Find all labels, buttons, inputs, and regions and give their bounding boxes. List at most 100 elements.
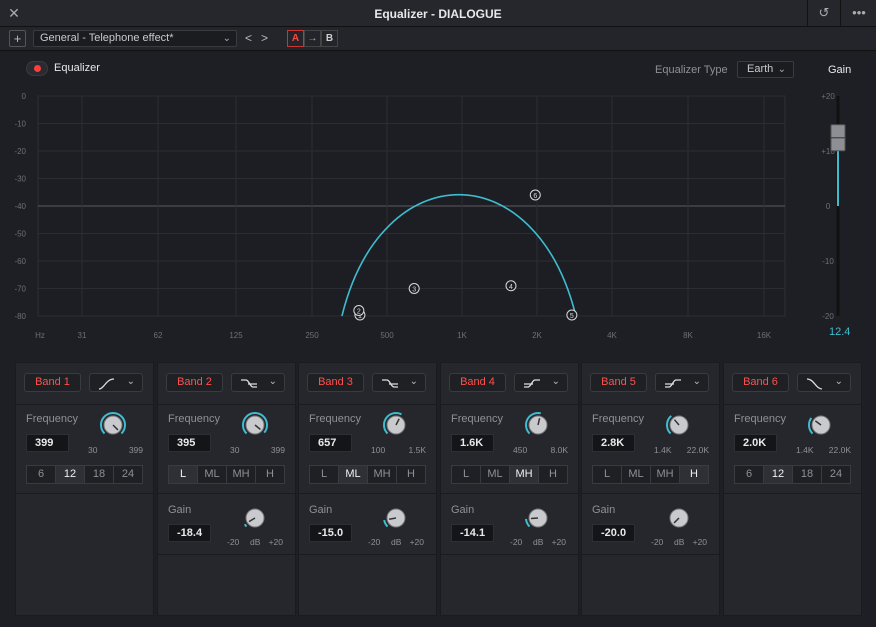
knob[interactable] [665,504,693,532]
chevron-down-icon: ⌄ [126,376,135,387]
power-toggle-icon[interactable] [26,61,48,76]
slope-option[interactable]: 18 [85,466,114,483]
slope-option[interactable]: L [169,466,198,483]
frequency-value-field[interactable]: 2.0K [734,434,777,452]
band-toggle-button[interactable]: Band 5 [590,373,647,392]
frequency-value-field[interactable]: 2.8K [592,434,635,452]
slope-option[interactable]: ML [339,466,368,483]
knob[interactable] [382,411,410,439]
filter-shape-icon [806,378,823,390]
gain-section: Gain -18.4 -20 dB +20 [158,495,295,555]
frequency-value-field[interactable]: 399 [26,434,69,452]
preset-dropdown[interactable]: General - Telephone effect* ⌄ [33,30,237,47]
compare-a-button[interactable]: A [287,30,304,47]
previous-preset-button[interactable]: < [241,30,256,47]
slope-option[interactable]: L [310,466,339,483]
slope-option[interactable]: ML [481,466,510,483]
knob[interactable] [807,411,835,439]
chevron-down-icon: ⌄ [692,376,701,387]
frequency-value-field[interactable]: 657 [309,434,352,452]
band-toggle-button[interactable]: Band 3 [307,373,364,392]
slope-option[interactable]: H [539,466,567,483]
eq-graph-canvas[interactable]: 0-10-20-30-40-50-60-70-80+20+100-10-20Hz… [0,86,876,346]
gain-value-field[interactable]: -15.0 [309,524,352,542]
x-axis-tick-label: 2K [532,331,542,340]
more-options-icon[interactable]: ••• [848,3,870,23]
knob[interactable] [524,504,552,532]
slope-selector[interactable]: 6 12 18 24 [734,465,851,484]
filter-shape-dropdown[interactable]: ⌄ [231,373,285,392]
filter-shape-dropdown[interactable]: ⌄ [797,373,851,392]
slope-selector[interactable]: L ML MH H [592,465,709,484]
frequency-section: Frequency 399 30 399 6 12 18 24 [16,406,153,494]
frequency-label: Frequency [26,413,78,425]
y-axis-tick-label: -60 [14,257,26,266]
band-node-label: 5 [570,313,574,320]
slope-selector[interactable]: L ML MH H [309,465,426,484]
band-toggle-button[interactable]: Band 6 [732,373,789,392]
slope-option[interactable]: MH [651,466,680,483]
band-toggle-button[interactable]: Band 1 [24,373,81,392]
frequency-range-max: 8.0K [550,445,569,455]
frequency-value-field[interactable]: 1.6K [451,434,494,452]
gain-section: Gain -20.0 -20 dB +20 [582,495,719,555]
slope-option[interactable]: 12 [56,466,85,483]
filter-shape-dropdown[interactable]: ⌄ [514,373,568,392]
gain-value-field[interactable]: -20.0 [592,524,635,542]
x-axis-tick-label: 250 [305,331,319,340]
slope-option[interactable]: 6 [735,466,764,483]
y-axis-tick-label: -20 [14,147,26,156]
filter-shape-dropdown[interactable]: ⌄ [372,373,426,392]
x-axis-tick-label: 4K [607,331,617,340]
slope-option[interactable]: H [397,466,425,483]
knob[interactable] [241,504,269,532]
gain-value-field[interactable]: -18.4 [168,524,211,542]
filter-shape-dropdown[interactable]: ⌄ [655,373,709,392]
slope-option[interactable]: MH [227,466,256,483]
y-axis-tick-label: -10 [14,120,26,129]
slope-option[interactable]: 12 [764,466,793,483]
gain-range-max: +20 [551,537,566,547]
frequency-range-max: 1.5K [408,445,427,455]
slope-option[interactable]: 18 [793,466,822,483]
knob[interactable] [241,411,269,439]
knob[interactable] [99,411,127,439]
slope-option[interactable]: H [680,466,708,483]
gain-label: Gain [592,504,616,516]
band-toggle-button[interactable]: Band 4 [449,373,506,392]
add-preset-button[interactable]: + [9,30,26,47]
next-preset-button[interactable]: > [257,30,272,47]
eq-graph[interactable]: 0 -10 -20 -30 -40 -50 -60 -70 -80 +20 +10 0 -10 -20 Hz… [0,86,876,346]
equalizer-type-dropdown[interactable]: Earth ⌄ [737,61,794,78]
band-toggle-button[interactable]: Band 2 [166,373,223,392]
slope-selector[interactable]: L ML MH H [451,465,568,484]
copy-a-to-b-button[interactable]: → [304,30,321,47]
slope-option[interactable]: H [256,466,284,483]
slope-option[interactable]: 24 [822,466,850,483]
frequency-section: Frequency 395 30 399 L ML MH H [158,406,295,494]
slope-option[interactable]: MH [510,466,539,483]
reset-icon[interactable]: ↺ [813,3,835,23]
gain-section: Gain -14.1 -20 dB +20 [441,495,578,555]
slope-option[interactable]: MH [368,466,397,483]
compare-b-button[interactable]: B [321,30,338,47]
slope-option[interactable]: 24 [114,466,142,483]
chevron-down-icon: ⌄ [409,376,418,387]
gain-range-min: -20 [227,537,240,547]
gain-value-field[interactable]: -14.1 [451,524,494,542]
slope-selector[interactable]: 6 12 18 24 [26,465,143,484]
knob[interactable] [382,504,410,532]
knob[interactable] [524,411,552,439]
filter-shape-icon [241,379,257,388]
filter-shape-dropdown[interactable]: ⌄ [89,373,143,392]
frequency-section: Frequency 2.8K 1.4K 22.0K L ML MH H [582,406,719,494]
slope-option[interactable]: ML [622,466,651,483]
slope-option[interactable]: L [452,466,481,483]
slope-option[interactable]: 6 [27,466,56,483]
gain-value: 12.4 [829,326,851,338]
knob[interactable] [665,411,693,439]
slope-option[interactable]: ML [198,466,227,483]
slope-option[interactable]: L [593,466,622,483]
slope-selector[interactable]: L ML MH H [168,465,285,484]
frequency-value-field[interactable]: 395 [168,434,211,452]
